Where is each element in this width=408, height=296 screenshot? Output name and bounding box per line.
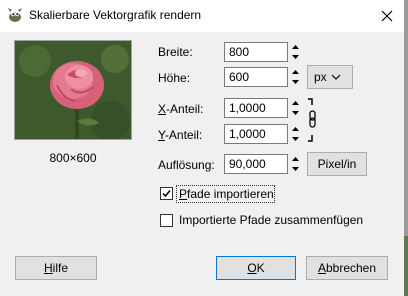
rose-image: [50, 61, 104, 109]
resolution-field[interactable]: 90,000: [224, 154, 288, 174]
preview-size-label: 800×600: [49, 151, 97, 165]
chain-link-icon[interactable]: [306, 97, 318, 148]
chevron-down-icon: [331, 74, 341, 80]
height-spinner[interactable]: [291, 67, 300, 87]
width-label: Breite:: [158, 45, 193, 59]
unit-dropdown[interactable]: px: [307, 65, 353, 89]
background-window-edge: [404, 236, 408, 296]
spin-up-icon[interactable]: [291, 154, 300, 164]
spin-down-icon[interactable]: [291, 77, 300, 87]
spin-up-icon[interactable]: [291, 124, 300, 134]
help-button[interactable]: Hilfe: [15, 256, 97, 280]
y-ratio-label: Y-Anteil:: [158, 128, 203, 142]
ok-button[interactable]: OK: [216, 256, 296, 280]
resolution-unit-value: Pixel/in: [317, 157, 357, 171]
cancel-button[interactable]: Abbrechen: [306, 256, 388, 280]
x-ratio-spinner[interactable]: [291, 98, 300, 118]
import-paths-checkbox[interactable]: [160, 187, 173, 200]
x-ratio-field[interactable]: 1,0000: [224, 98, 288, 118]
x-ratio-label: X-Anteil:: [158, 102, 204, 116]
checkmark-icon: [162, 190, 171, 198]
merge-paths-label[interactable]: Importierte Pfade zusammenfügen: [179, 213, 363, 227]
width-spinner[interactable]: [291, 42, 300, 62]
width-field[interactable]: 800: [224, 42, 288, 62]
svg-preview: [14, 40, 132, 140]
y-ratio-spinner[interactable]: [291, 124, 300, 144]
resolution-label: Auflösung:: [158, 158, 215, 172]
unit-value: px: [314, 70, 327, 84]
spin-up-icon[interactable]: [291, 42, 300, 52]
resolution-unit-dropdown[interactable]: Pixel/in: [307, 152, 367, 176]
spin-down-icon[interactable]: [291, 164, 300, 174]
spin-up-icon[interactable]: [291, 98, 300, 108]
merge-paths-checkbox[interactable]: [160, 214, 173, 227]
height-field[interactable]: 600: [224, 67, 288, 87]
spin-down-icon[interactable]: [291, 108, 300, 118]
close-button[interactable]: [372, 4, 402, 28]
spin-up-icon[interactable]: [291, 67, 300, 77]
spin-down-icon[interactable]: [291, 52, 300, 62]
y-ratio-field[interactable]: 1,0000: [224, 124, 288, 144]
resolution-spinner[interactable]: [291, 154, 300, 174]
window-title: Skalierbare Vektorgrafik rendern: [29, 8, 202, 22]
height-label: Höhe:: [158, 71, 191, 85]
import-paths-label[interactable]: Pfade importieren: [179, 187, 274, 201]
close-icon: [381, 10, 393, 22]
title-bar: Skalierbare Vektorgrafik rendern: [0, 0, 408, 32]
gimp-wilber-icon: [7, 7, 23, 23]
spin-down-icon[interactable]: [291, 134, 300, 144]
